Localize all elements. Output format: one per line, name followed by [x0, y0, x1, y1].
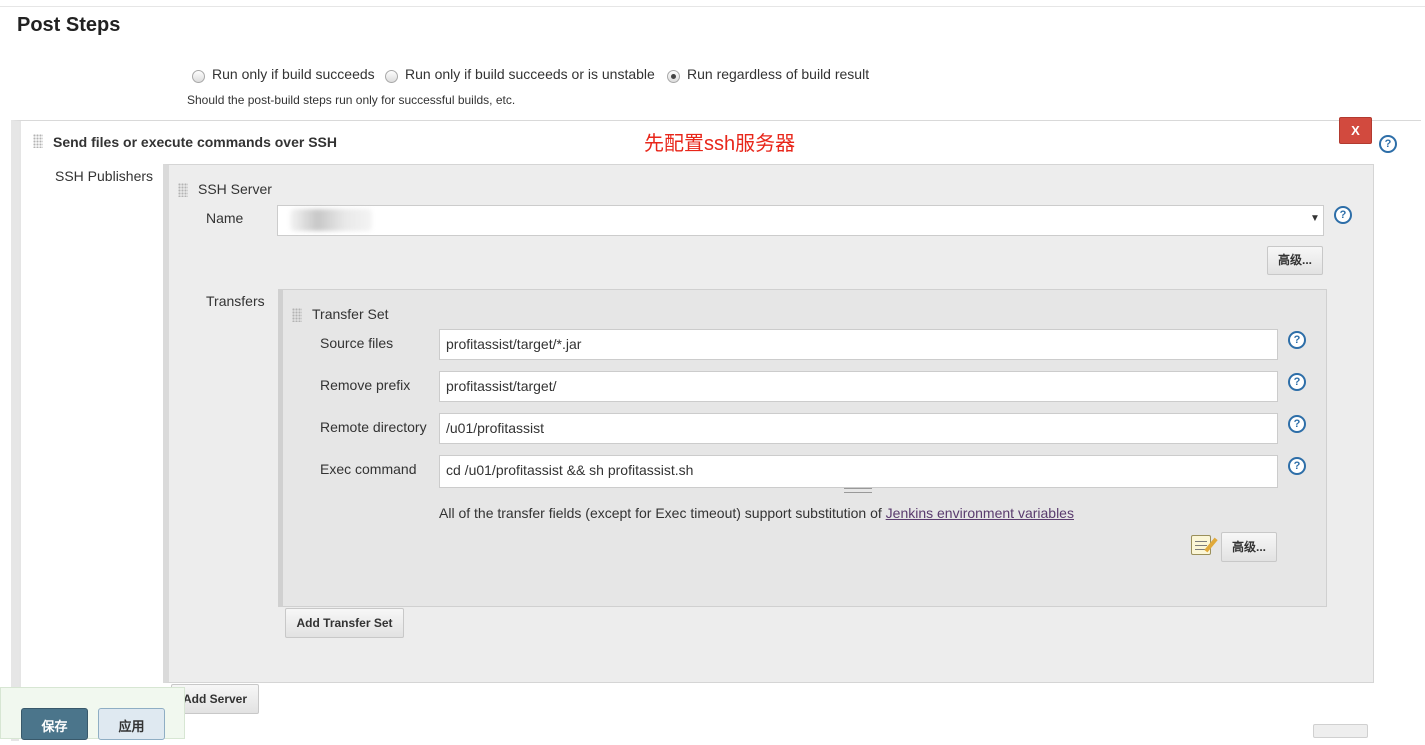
delete-step-button[interactable]: X — [1339, 117, 1372, 144]
notepad-icon[interactable] — [1191, 535, 1211, 555]
section-title: Post Steps — [17, 14, 121, 36]
add-transfer-set-button[interactable]: Add Transfer Set — [285, 608, 404, 638]
drag-handle-icon[interactable] — [292, 308, 302, 322]
jenkins-env-vars-link[interactable]: Jenkins environment variables — [886, 505, 1074, 521]
remote-directory-label: Remote directory — [320, 419, 427, 435]
radio-unstable-label: Run only if build succeeds or is unstabl… — [405, 66, 655, 82]
transfer-advanced-button[interactable]: 高级... — [1221, 532, 1277, 562]
transfers-label: Transfers — [206, 293, 265, 309]
partial-button[interactable] — [1313, 724, 1368, 738]
remove-prefix-label: Remove prefix — [320, 377, 411, 393]
exec-command-label: Exec command — [320, 461, 417, 477]
radio-regardless[interactable] — [667, 69, 680, 83]
ssh-publishers-label: SSH Publishers — [55, 168, 154, 184]
substitution-note: All of the transfer fields (except for E… — [439, 505, 1074, 521]
chevron-down-icon[interactable]: ▼ — [1310, 213, 1320, 224]
help-icon[interactable]: ? — [1288, 373, 1306, 391]
help-icon[interactable]: ? — [1288, 331, 1306, 349]
radio-succeeds-label: Run only if build succeeds — [212, 66, 375, 82]
redacted-server-name — [290, 209, 372, 231]
transfer-set-title: Transfer Set — [312, 306, 389, 322]
radio-regardless-label: Run regardless of build result — [687, 66, 870, 82]
radio-succeeds[interactable] — [192, 69, 205, 83]
textarea-resize-handle[interactable] — [844, 488, 872, 493]
help-icon[interactable]: ? — [1379, 135, 1397, 153]
server-name-select[interactable] — [277, 205, 1324, 236]
server-advanced-button[interactable]: 高级... — [1267, 246, 1323, 275]
exec-command-textarea[interactable]: cd /u01/profitassist && sh profitassist.… — [439, 455, 1278, 488]
help-icon[interactable]: ? — [1288, 415, 1306, 433]
annotation-text: 先配置ssh服务器 — [644, 133, 796, 155]
radio-option-succeeds[interactable]: Run only if build succeeds — [192, 64, 375, 84]
substitution-note-text: All of the transfer fields (except for E… — [439, 505, 886, 521]
radio-option-regardless[interactable]: Run regardless of build result — [667, 64, 869, 84]
drag-handle-icon[interactable] — [33, 134, 43, 148]
top-divider — [0, 6, 1425, 7]
help-icon[interactable]: ? — [1334, 206, 1352, 224]
drag-handle-icon[interactable] — [178, 183, 188, 197]
ssh-server-title: SSH Server — [198, 181, 272, 197]
save-button[interactable]: 保存 — [21, 708, 88, 740]
name-label: Name — [206, 210, 244, 226]
panel-left-bar — [19, 121, 21, 731]
remote-directory-input[interactable]: /u01/profitassist — [439, 413, 1278, 444]
ssh-step-title: Send files or execute commands over SSH — [53, 134, 337, 150]
remove-prefix-input[interactable]: profitassist/target/ — [439, 371, 1278, 402]
post-steps-hint: Should the post-build steps run only for… — [187, 93, 516, 107]
apply-button[interactable]: 应用 — [98, 708, 165, 740]
help-icon[interactable]: ? — [1288, 457, 1306, 475]
radio-option-unstable[interactable]: Run only if build succeeds or is unstabl… — [385, 64, 655, 84]
source-files-input[interactable]: profitassist/target/*.jar — [439, 329, 1278, 360]
source-files-label: Source files — [320, 335, 394, 351]
radio-unstable[interactable] — [385, 69, 398, 83]
